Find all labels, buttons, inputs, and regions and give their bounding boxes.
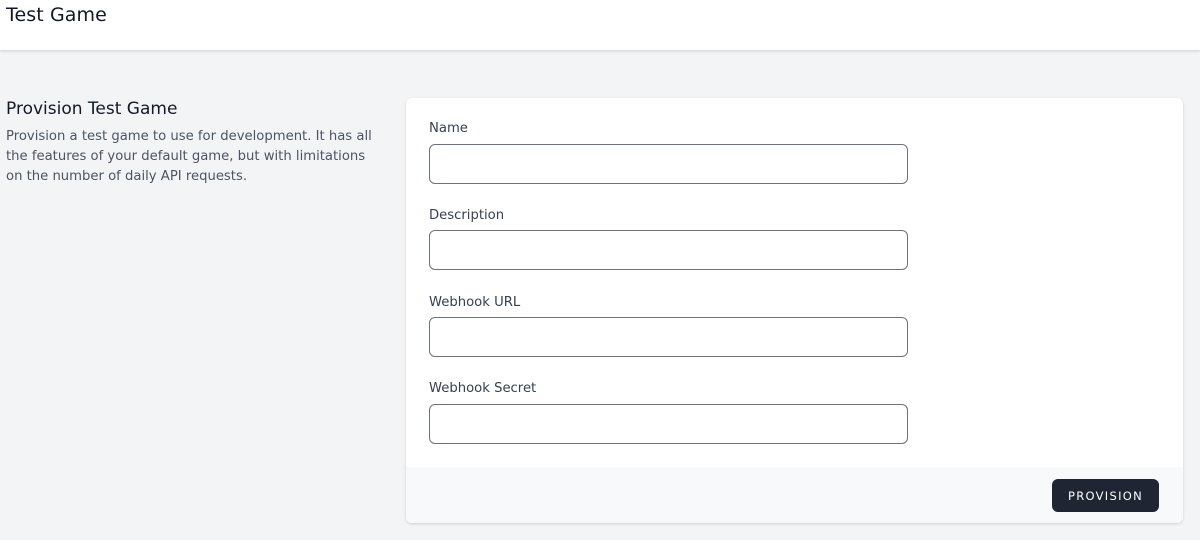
name-label: Name (429, 121, 468, 136)
provision-button[interactable]: PROVISION (1052, 479, 1159, 512)
description-input[interactable] (429, 230, 908, 270)
webhook-url-input[interactable] (429, 317, 908, 357)
top-bar: Test Game (0, 0, 1200, 51)
name-input[interactable] (429, 144, 908, 184)
provision-form-card: Name Description Webhook URL Webhook Sec… (406, 98, 1183, 523)
page-title: Test Game (6, 4, 107, 26)
webhook-secret-input[interactable] (429, 404, 908, 444)
webhook-url-label: Webhook URL (429, 295, 521, 310)
form-footer: PROVISION (406, 467, 1183, 523)
description-label: Description (429, 208, 505, 223)
section-heading: Provision Test Game (6, 99, 178, 119)
webhook-secret-label: Webhook Secret (429, 381, 537, 396)
section-description: Provision a test game to use for develop… (6, 129, 372, 184)
